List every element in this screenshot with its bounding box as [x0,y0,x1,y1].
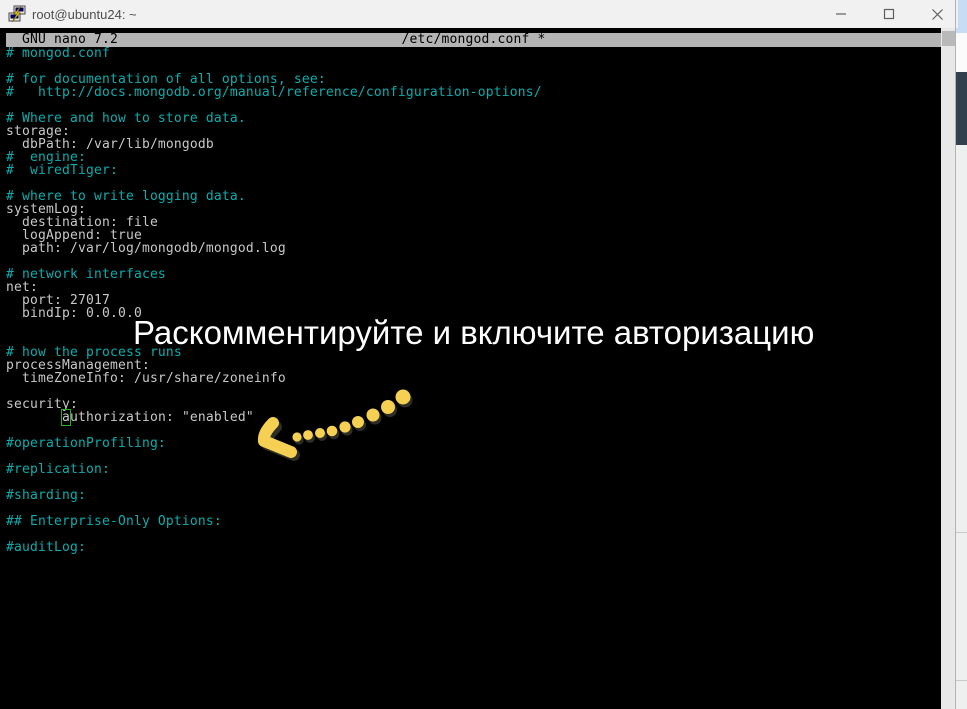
editor-line: ## Enterprise-Only Options: [6,515,542,528]
editor-line: # http://docs.mongodb.org/manual/referen… [6,86,542,99]
window-title: root@ubuntu24: ~ [32,7,137,22]
terminal-scrollbar[interactable] [941,28,956,709]
editor-line: # Where and how to store data. [6,112,542,125]
screen: root@ubuntu24: ~ GNU nano 7.2 /etc/mongo… [0,0,967,709]
editor-line: #sharding: [6,489,542,502]
editor-line: # where to write logging data. [6,190,542,203]
nano-filename-label: /etc/mongod.conf * [6,33,941,47]
editor-line: path: /var/log/mongodb/mongod.log [6,242,542,255]
close-button-icon[interactable] [930,7,944,21]
minimize-button-icon[interactable] [834,7,848,21]
window-titlebar[interactable]: root@ubuntu24: ~ [0,0,958,28]
editor-line: #auditLog: [6,541,542,554]
nano-titlebar: GNU nano 7.2 /etc/mongod.conf * [6,33,941,47]
editor-line: # network interfaces [6,268,542,281]
putty-app-icon [8,5,26,23]
editor-line: # wiredTiger: [6,164,542,177]
editor-line [6,476,542,489]
editor-lines[interactable]: # mongod.conf # for documentation of all… [6,47,542,554]
maximize-button-icon[interactable] [882,7,896,21]
annotation-text: Раскомментируйте и включите авторизацию [133,315,814,351]
window-controls [834,0,944,28]
scrollbar-thumb[interactable] [942,31,955,46]
annotation-arrow-icon [250,380,425,470]
editor-line [6,528,542,541]
terminal-screen[interactable]: GNU nano 7.2 /etc/mongod.conf * # mongod… [0,28,941,709]
window-right-edge [955,0,956,709]
editor-line: # mongod.conf [6,47,542,60]
editor-line: dbPath: /var/lib/mongodb [6,138,542,151]
nano-cursor: a [62,410,70,425]
terminal-window: root@ubuntu24: ~ GNU nano 7.2 /etc/mongo… [0,0,958,709]
